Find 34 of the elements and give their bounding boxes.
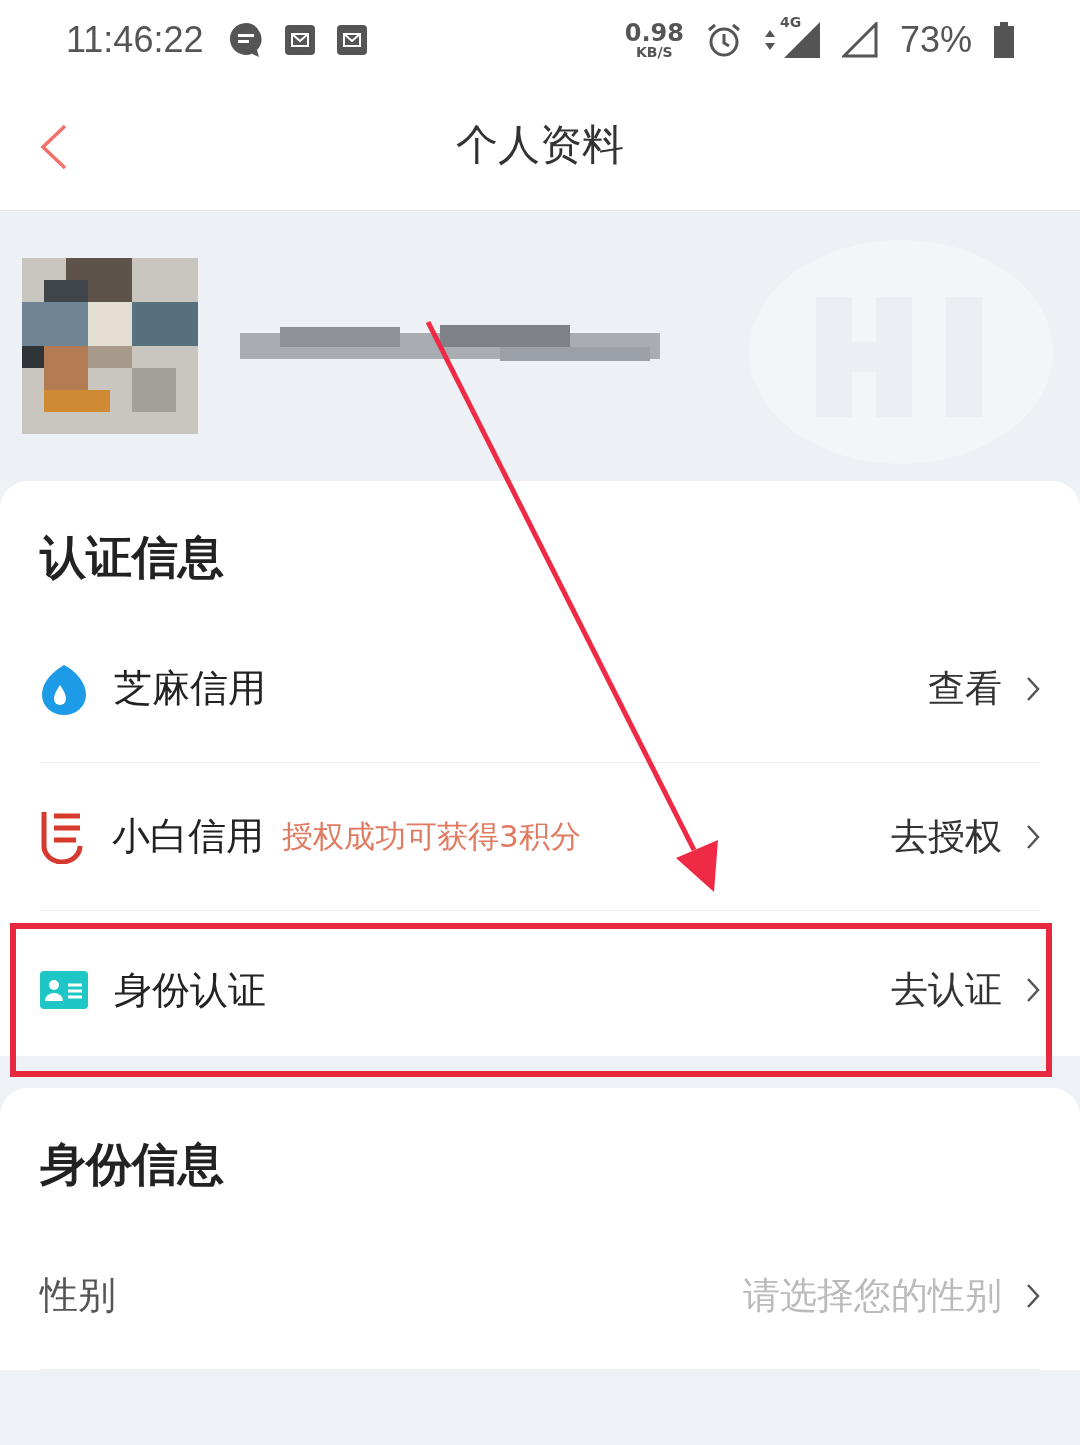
chevron-right-icon xyxy=(1026,675,1040,702)
list-item[interactable]: 性别 请选择您的性别 xyxy=(40,1222,1040,1370)
data-arrows-icon xyxy=(763,28,776,52)
alarm-icon xyxy=(705,22,742,58)
status-time: 11:46:22 xyxy=(66,19,204,61)
item-label: 芝麻信用 xyxy=(114,665,266,712)
list-item[interactable]: 身份认证 去认证 xyxy=(40,929,1040,1051)
item-placeholder: 请选择您的性别 xyxy=(743,1272,1002,1319)
id-card-icon xyxy=(40,971,88,1009)
item-label: 身份认证 xyxy=(114,966,266,1014)
chevron-right-icon xyxy=(1026,977,1040,1003)
page-title: 个人资料 xyxy=(456,119,624,171)
chat-bubble-icon xyxy=(229,22,264,58)
battery-percent: 73% xyxy=(899,19,972,61)
item-action: 去授权 xyxy=(891,813,1002,860)
back-icon xyxy=(40,124,68,170)
chevron-right-icon xyxy=(1026,1282,1040,1309)
speed-unit: KB/S xyxy=(635,45,673,59)
mail-icon xyxy=(285,25,316,55)
network-speed: 0.98 xyxy=(624,21,684,45)
chevron-right-icon xyxy=(1026,823,1040,850)
water-drop-icon xyxy=(40,662,88,715)
item-label: 性别 xyxy=(40,1272,116,1319)
reward-hint: 授权成功可获得3积分 xyxy=(282,816,581,856)
network-type: 4G xyxy=(779,14,802,30)
list-item[interactable]: 芝麻信用 查看 xyxy=(40,615,1040,762)
item-action: 查看 xyxy=(928,665,1002,712)
item-label: 小白信用 xyxy=(112,813,264,860)
section-title: 身份信息 xyxy=(40,1136,225,1193)
mail-icon xyxy=(337,25,368,55)
item-action: 去认证 xyxy=(891,967,1002,1013)
signal-icon xyxy=(841,22,878,58)
battery-icon xyxy=(994,22,1014,58)
section-title: 认证信息 xyxy=(40,529,225,586)
